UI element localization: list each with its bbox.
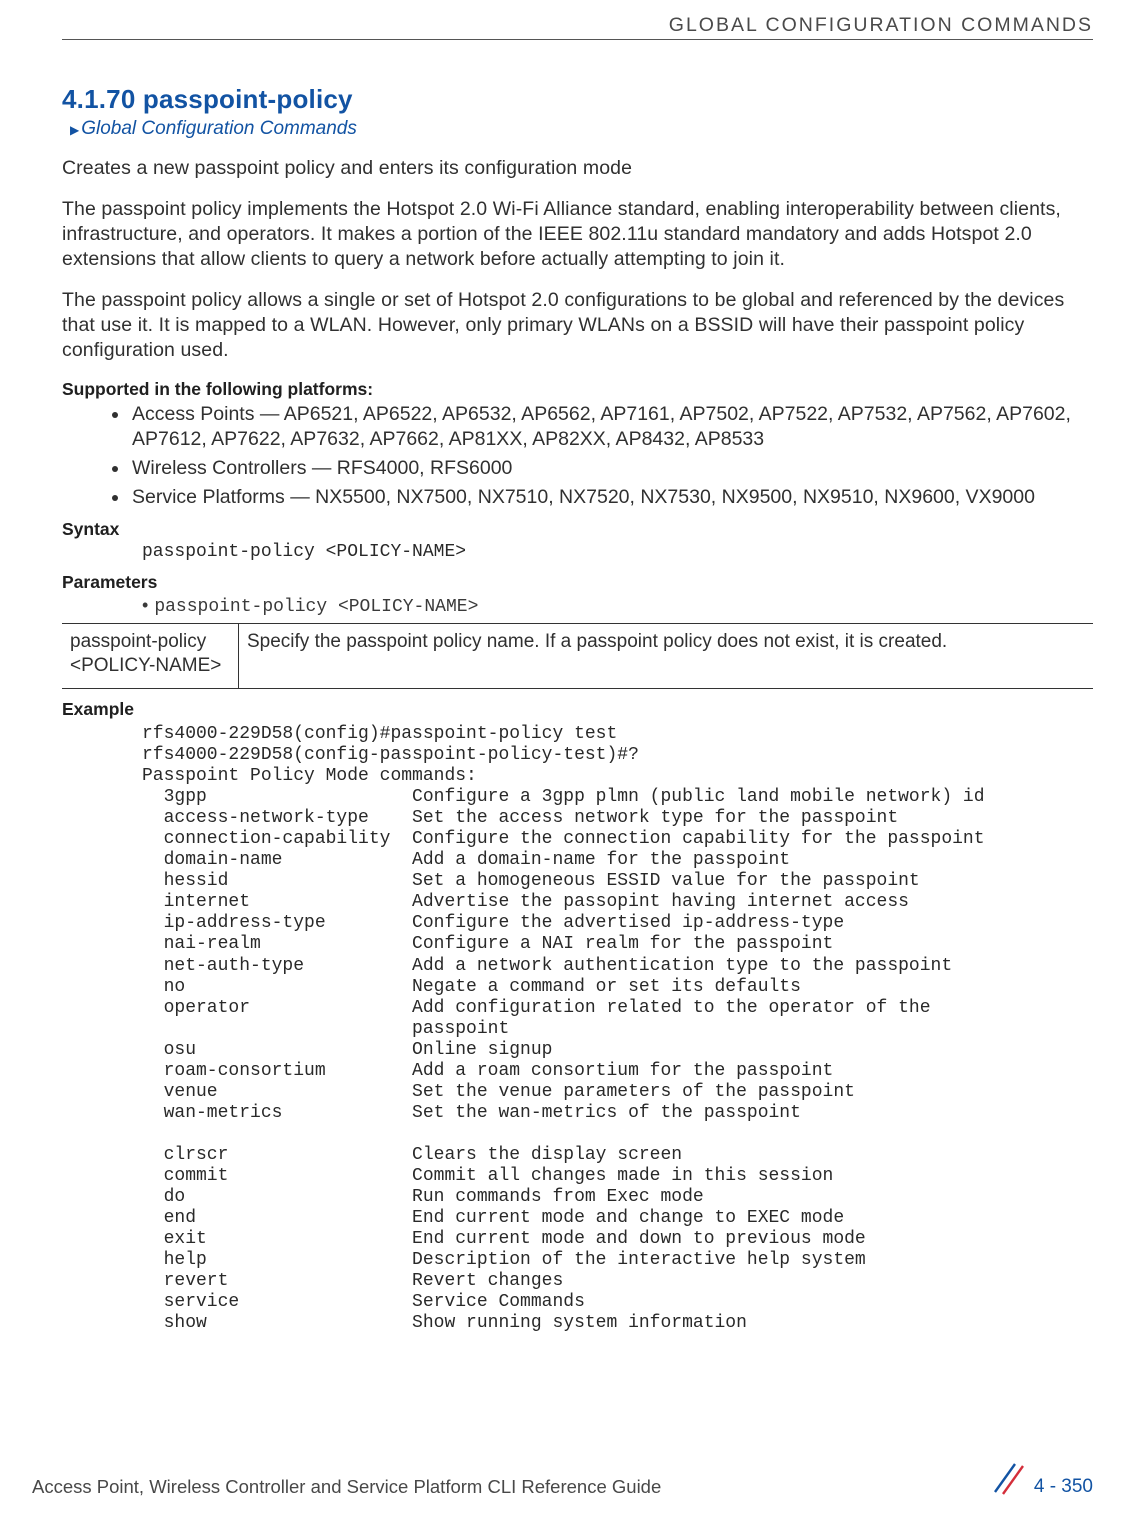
breadcrumb-text: Global Configuration Commands	[81, 118, 357, 139]
breadcrumb-arrow-icon: ▶	[70, 123, 79, 137]
parameters-bullet-text: passpoint-policy <POLICY-NAME>	[154, 597, 478, 617]
footer-right: 4 - 350	[989, 1458, 1093, 1498]
list-item: Access Points — AP6521, AP6522, AP6532, …	[130, 402, 1093, 452]
page-footer: Access Point, Wireless Controller and Se…	[32, 1458, 1093, 1498]
breadcrumb[interactable]: ▶Global Configuration Commands	[70, 118, 1093, 140]
running-title: GLOBAL CONFIGURATION COMMANDS	[62, 14, 1093, 37]
paragraph-intro: Creates a new passpoint policy and enter…	[62, 156, 1093, 181]
footer-slash-icon	[989, 1462, 1029, 1496]
paragraph-body-2: The passpoint policy allows a single or …	[62, 288, 1093, 363]
header-rule	[62, 39, 1093, 40]
parameters-bullet: •passpoint-policy <POLICY-NAME>	[142, 595, 1093, 617]
list-item: Wireless Controllers — RFS4000, RFS6000	[130, 456, 1093, 481]
footer-title: Access Point, Wireless Controller and Se…	[32, 1476, 661, 1498]
parameters-heading: Parameters	[62, 572, 1093, 593]
param-desc: Specify the passpoint policy name. If a …	[239, 624, 1094, 689]
table-row: passpoint-policy <POLICY-NAME> Specify t…	[62, 624, 1093, 689]
paragraph-body-1: The passpoint policy implements the Hots…	[62, 197, 1093, 272]
parameters-table: passpoint-policy <POLICY-NAME> Specify t…	[62, 623, 1093, 689]
page-number: 4 - 350	[1034, 1476, 1093, 1497]
example-heading: Example	[62, 699, 1093, 720]
syntax-heading: Syntax	[62, 519, 1093, 540]
supported-heading: Supported in the following platforms:	[62, 379, 1093, 400]
example-block: rfs4000-229D58(config)#passpoint-policy …	[142, 724, 1093, 1334]
section-title: 4.1.70 passpoint-policy	[62, 84, 1093, 115]
syntax-line: passpoint-policy <POLICY-NAME>	[142, 542, 1093, 562]
list-item: Service Platforms — NX5500, NX7500, NX75…	[130, 485, 1093, 510]
param-key: passpoint-policy <POLICY-NAME>	[62, 624, 239, 689]
supported-list: Access Points — AP6521, AP6522, AP6532, …	[62, 402, 1093, 510]
